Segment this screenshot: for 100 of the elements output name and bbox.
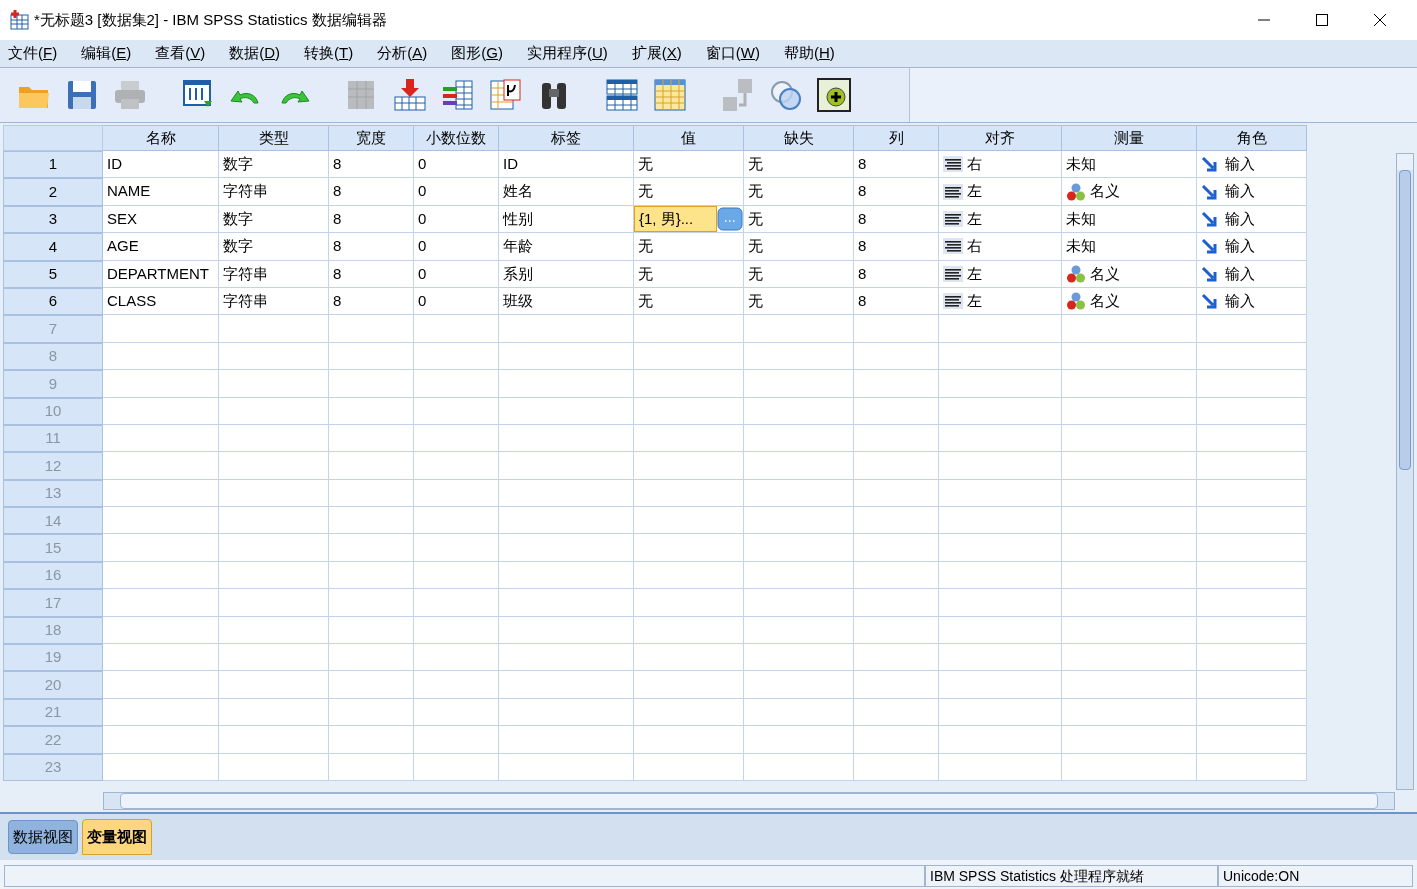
cell-text: 输入 [1225,236,1255,257]
table-cell[interactable]: {1, 男}... [634,205,717,233]
split-table-icon[interactable] [604,77,640,113]
menu-item[interactable]: 文件(F) [0,40,70,67]
table-cell: CLASS [103,287,219,316]
table-cell: 字符串 [219,178,329,206]
menu-item[interactable]: 图形(G) [439,40,515,67]
insert-column-icon[interactable] [440,77,476,113]
table-cell: 数字 [219,205,329,234]
arrow-icon [1201,238,1217,255]
table-cell: 性别 [499,205,634,234]
column-header[interactable]: 缺失 [744,125,854,151]
table-cell: 无 [744,178,854,206]
row-header[interactable]: 2 [3,178,103,206]
menu-item[interactable]: 数据(D) [217,40,293,67]
table-cell: 无 [634,178,744,206]
row-header[interactable]: 1 [3,151,103,179]
arrow-icon [1201,293,1217,310]
column-header[interactable]: 列 [854,125,939,151]
row-header[interactable]: 5 [3,260,103,288]
table-cell: 无 [744,287,854,316]
cell-text: 名义 [1090,290,1120,311]
table-cell: 字符串 [219,260,329,288]
table-cell: 无 [744,151,854,179]
table-cell: NAME [103,178,219,206]
horizontal-scrollbar[interactable] [103,792,1395,810]
menu-item[interactable]: 编辑(E) [69,40,144,67]
view-tab[interactable]: 数据视图 [8,820,78,854]
column-header[interactable]: 名称 [103,125,219,151]
table-cell: 0 [414,151,499,179]
cell-text: 输入 [1225,290,1255,311]
status-text: IBM SPSS Statistics 处理程序就绪 [925,865,1218,887]
table-cell: 0 [414,260,499,288]
row-header[interactable]: 6 [3,287,103,316]
align-left-icon [943,210,963,227]
cell-text: 未知 [1066,236,1096,257]
ellipsis-icon[interactable] [717,206,743,231]
table-cell: DEPARTMENT [103,260,219,288]
column-header[interactable]: 小数位数 [414,125,499,151]
window-title: *无标题3 [数据集2] - IBM SPSS Statistics 数据编辑器 [34,9,387,30]
table-cell: 无 [634,151,744,179]
menu-item[interactable]: 扩展(X) [619,40,694,67]
table-cell: 字符串 [219,287,329,316]
menu-item[interactable]: 窗口(W) [693,40,772,67]
table-cell: 8 [329,233,414,261]
column-header[interactable]: 测量 [1062,125,1197,151]
table-cell: 8 [329,287,414,316]
cell-text: 输入 [1225,181,1255,202]
table-cell: 年龄 [499,233,634,261]
status-text: Unicode:ON [1218,865,1413,887]
table-cell: 姓名 [499,178,634,206]
column-header[interactable]: 类型 [219,125,329,151]
cell-text: 名义 [1090,181,1120,202]
cell-text: 输入 [1225,153,1255,174]
table-cell: 8 [329,205,414,234]
menu-item[interactable]: 查看(V) [143,40,218,67]
table-cell: 无 [744,205,854,234]
cell-text: 右 [967,153,982,174]
table-cell: 数字 [219,151,329,179]
table-cell: 系别 [499,260,634,288]
cell-text: 输入 [1225,263,1255,284]
vertical-scrollbar[interactable] [1396,153,1414,790]
table-cell: 0 [414,178,499,206]
cell-text: 左 [967,263,982,284]
menu-item[interactable]: 实用程序(U) [514,40,620,67]
column-header[interactable]: 值 [634,125,744,151]
menu-item[interactable]: 分析(A) [365,40,440,67]
table-cell: 无 [634,287,744,316]
align-left-icon [943,265,963,282]
column-header[interactable]: 角色 [1197,125,1307,151]
app-icon [8,9,30,31]
table-cell: 0 [414,233,499,261]
row-header[interactable]: 4 [3,233,103,261]
arrow-icon [1201,210,1217,227]
variable-grid-icon[interactable] [488,77,524,113]
align-left-icon [943,293,963,310]
cell-text: 左 [967,208,982,229]
cell-text: 输入 [1225,208,1255,229]
nominal-icon [1066,263,1086,284]
arrow-icon [1201,156,1217,173]
cell-text: 名义 [1090,263,1120,284]
insert-row-icon[interactable] [392,77,428,113]
table-cell: AGE [103,233,219,261]
row-header[interactable]: 3 [3,205,103,234]
column-header[interactable]: 宽度 [329,125,414,151]
menu-item[interactable]: 转换(T) [292,40,366,67]
table-cell: 无 [634,233,744,261]
column-header[interactable]: 标签 [499,125,634,151]
menu-item[interactable]: 帮助(H) [771,40,847,67]
table-cell: 0 [414,287,499,316]
table-cell: 8 [854,178,939,206]
table-cell: 8 [854,233,939,261]
table-cell: 8 [329,178,414,206]
add-on-icon[interactable] [816,77,852,113]
view-tab[interactable]: 变量视图 [82,819,152,855]
table-cell: 无 [744,233,854,261]
column-header[interactable]: 对齐 [939,125,1062,151]
align-right-icon [943,156,963,173]
table-cell: 8 [854,260,939,288]
table-cell: ID [499,151,634,179]
